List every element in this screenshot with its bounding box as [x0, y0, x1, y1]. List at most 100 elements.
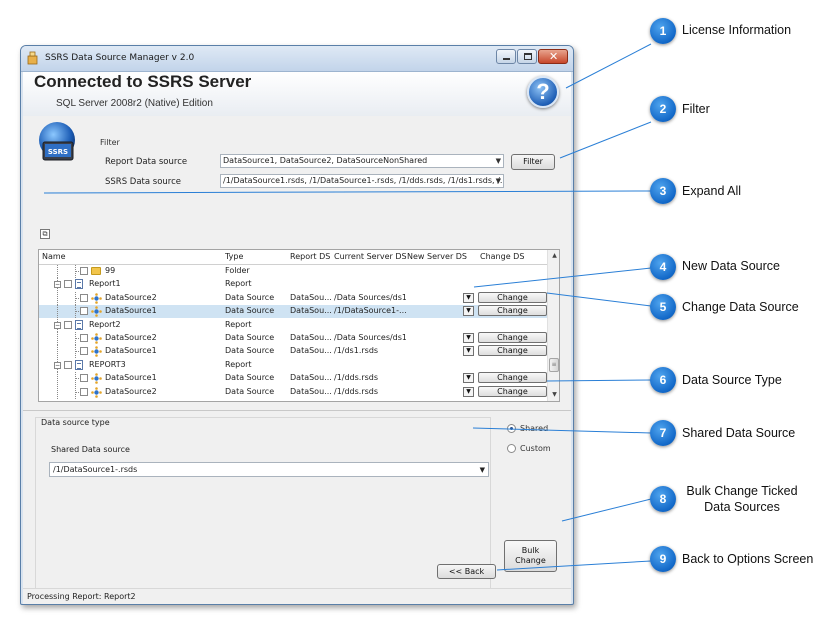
minimize-button[interactable]: [496, 49, 516, 64]
report-icon: [75, 319, 83, 330]
table-row[interactable]: DataSource1 Data Source DataSou.../1/DataS…: [39, 305, 547, 319]
column-header-new-ds[interactable]: New Server DS: [407, 252, 467, 261]
row-name: REPORT3: [89, 359, 126, 369]
shared-ds-combo[interactable]: /1/DataSource1-.rsds ▼: [49, 462, 489, 477]
callout-text-2: Filter: [682, 102, 710, 116]
callout-badge-8: 8: [650, 486, 676, 512]
table-row[interactable]: DataSource1 Data Source DataSou.../1/ds1.r…: [39, 345, 547, 359]
new-data-source-dropdown[interactable]: ▼: [463, 373, 474, 384]
help-icon[interactable]: ?: [527, 76, 559, 108]
expand-all-icon[interactable]: ⧉: [40, 229, 50, 239]
back-button[interactable]: << Back: [437, 564, 496, 579]
data-source-icon: [91, 333, 102, 344]
new-data-source-dropdown[interactable]: ▼: [463, 292, 474, 303]
change-button[interactable]: Change: [478, 345, 547, 357]
radio-custom[interactable]: [507, 444, 516, 453]
radio-shared[interactable]: [507, 424, 516, 433]
column-header-name[interactable]: Name: [42, 252, 66, 261]
new-data-source-dropdown[interactable]: ▼: [463, 386, 474, 397]
row-type: Data Source: [225, 386, 275, 396]
ssrs-ds-combo[interactable]: /1/DataSource1.rsds, /1/DataSource1-.rsd…: [220, 174, 504, 188]
filter-button[interactable]: Filter: [511, 154, 555, 170]
row-checkbox[interactable]: [80, 293, 88, 302]
scroll-up-icon[interactable]: ▲: [548, 250, 559, 262]
callout-badge-9: 9: [650, 546, 676, 572]
close-button[interactable]: ✕: [538, 49, 568, 64]
row-report-ds: DataSou...: [290, 292, 332, 302]
column-header-report-ds[interactable]: Report DS: [290, 252, 330, 261]
table-row[interactable]: DataSource2 Data Source DataSou.../1/dds.r…: [39, 385, 547, 399]
row-type: Data Source: [225, 346, 275, 356]
row-type: Data Source: [225, 333, 275, 342]
callout-badge-7: 7: [650, 420, 676, 446]
row-checkbox[interactable]: [64, 360, 72, 369]
row-report-ds: DataSou...: [290, 306, 332, 316]
callout-badge-5: 5: [650, 294, 676, 320]
data-source-icon: [91, 292, 102, 304]
change-button[interactable]: Change: [478, 385, 547, 397]
row-checkbox[interactable]: [64, 320, 72, 329]
minimize-icon: [503, 58, 510, 60]
section-divider: [23, 410, 571, 411]
collapse-icon[interactable]: −: [54, 281, 61, 289]
collapse-icon[interactable]: −: [54, 361, 61, 369]
row-checkbox[interactable]: [80, 347, 88, 356]
row-current-ds: /Data Sources/ds1: [334, 333, 406, 342]
table-row[interactable]: 99 Folder: [39, 265, 547, 278]
change-button[interactable]: Change: [478, 372, 547, 384]
bulk-change-button[interactable]: Bulk Change: [504, 540, 557, 572]
row-checkbox[interactable]: [80, 374, 88, 383]
row-checkbox[interactable]: [64, 280, 72, 289]
column-header-current-ds[interactable]: Current Server DS: [334, 252, 407, 261]
table-row[interactable]: DataSource1 Data Source DataSou.../1/dds.r…: [39, 372, 547, 386]
scroll-thumb[interactable]: ≡: [549, 358, 559, 372]
new-data-source-dropdown[interactable]: ▼: [463, 346, 474, 357]
row-name: DataSource2: [105, 386, 157, 396]
row-checkbox[interactable]: [80, 387, 88, 396]
change-button[interactable]: Change: [478, 291, 547, 303]
row-checkbox[interactable]: [80, 267, 88, 275]
report-ds-combo[interactable]: DataSource1, DataSource2, DataSourceNonS…: [220, 154, 504, 168]
grid-scrollbar[interactable]: ▲ ≡ ▼: [547, 250, 559, 401]
tree-line: [57, 385, 58, 399]
tree-line: [57, 305, 58, 319]
title-bar[interactable]: SSRS Data Source Manager v 2.0 ✕: [21, 46, 573, 72]
report-ds-label: Report Data source: [105, 157, 188, 167]
collapse-icon[interactable]: −: [54, 321, 61, 329]
table-row[interactable]: DataSource2 Data Source DataSou.../Data So…: [39, 291, 547, 305]
report-ds-value: DataSource1, DataSource2, DataSourceNonS…: [223, 156, 428, 165]
callout-badge-3: 3: [650, 178, 676, 204]
table-row[interactable]: DataSource2 Data Source DataSou.../Data So…: [39, 332, 547, 345]
row-checkbox[interactable]: [80, 307, 88, 316]
ssrs-ds-value: /1/DataSource1.rsds, /1/DataSource1-.rsd…: [223, 176, 504, 185]
table-row[interactable]: − REPORT3 Report: [39, 358, 547, 372]
table-row[interactable]: − Report2 Report: [39, 318, 547, 332]
tree-line: [57, 332, 58, 345]
maximize-icon: [524, 53, 532, 60]
scroll-down-icon[interactable]: ▼: [548, 389, 559, 401]
radio-custom-label[interactable]: Custom: [520, 444, 551, 453]
row-type: Folder: [225, 266, 250, 275]
row-type: Data Source: [225, 292, 275, 302]
column-header-change-ds[interactable]: Change DS: [480, 252, 524, 261]
row-type: Data Source: [225, 373, 275, 383]
client-area: Connected to SSRS Server SQL Server 2008…: [23, 72, 571, 604]
radio-shared-label[interactable]: Shared: [520, 424, 548, 433]
row-type: Data Source: [225, 306, 275, 316]
row-checkbox[interactable]: [80, 334, 88, 342]
new-data-source-dropdown[interactable]: ▼: [463, 306, 474, 317]
callout-text-8-line2: Data Sources: [704, 500, 780, 514]
change-button[interactable]: Change: [478, 305, 547, 317]
table-row[interactable]: − Report1 Report: [39, 278, 547, 292]
column-header-type[interactable]: Type: [225, 252, 243, 261]
row-report-ds: DataSou...: [290, 333, 332, 342]
callout-text-6: Data Source Type: [682, 373, 782, 387]
row-name: DataSource2: [105, 292, 157, 302]
maximize-button[interactable]: [517, 49, 537, 64]
callout-text-9: Back to Options Screen: [682, 552, 814, 566]
change-button[interactable]: Change: [478, 332, 547, 343]
row-current-ds: /1/DataSource1-...: [334, 306, 406, 316]
close-icon: ✕: [549, 50, 559, 63]
new-data-source-dropdown[interactable]: ▼: [463, 333, 474, 343]
callout-text-1: License Information: [682, 23, 792, 37]
